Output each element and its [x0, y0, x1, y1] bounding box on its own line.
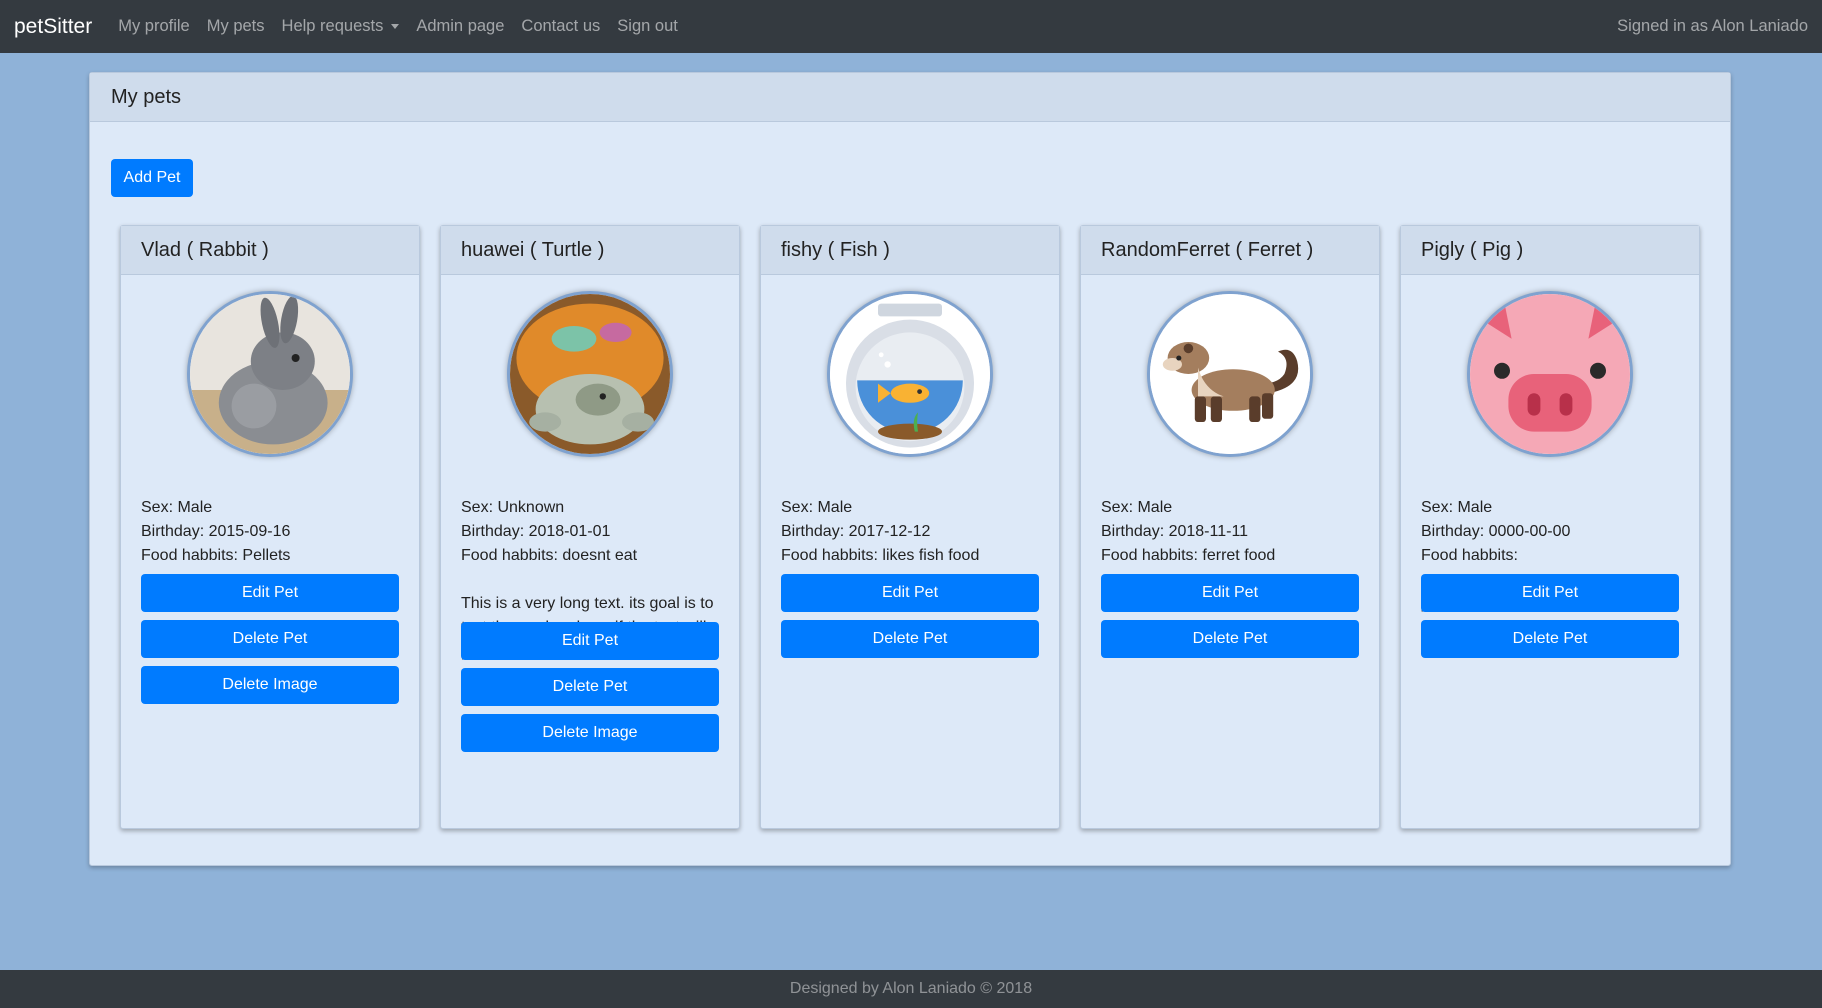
pet-cards: Vlad ( Rabbit ) Sex: Male Birthday: 2015… [120, 225, 1700, 829]
pet-card: Vlad ( Rabbit ) Sex: Male Birthday: 2015… [120, 225, 420, 829]
edit-pet-button[interactable]: Edit Pet [1421, 574, 1679, 612]
pet-food-habits: Food habbits: doesnt eat [461, 547, 638, 564]
delete-pet-button[interactable]: Delete Pet [781, 620, 1039, 658]
nav-sign-out[interactable]: Sign out [617, 17, 678, 36]
pet-birthday: Birthday: 0000-00-00 [1421, 523, 1571, 540]
delete-pet-button[interactable]: Delete Pet [141, 620, 399, 658]
pet-card-title: Pigly ( Pig ) [1401, 226, 1699, 275]
pet-sex: Sex: Male [781, 499, 853, 516]
pet-card: Pigly ( Pig ) Sex: Male Birthday: 0000-0… [1400, 225, 1700, 829]
panel-title: My pets [90, 73, 1730, 122]
navbar: petSitter My profile My pets Help reques… [0, 0, 1822, 53]
delete-image-button[interactable]: Delete Image [141, 666, 399, 704]
pet-card: fishy ( Fish ) Sex: Male Birthday: 2017-… [760, 225, 1060, 829]
pet-card-title: fishy ( Fish ) [761, 226, 1059, 275]
nav-contact-us[interactable]: Contact us [521, 17, 600, 36]
add-pet-button[interactable]: Add Pet [111, 159, 193, 197]
delete-pet-button[interactable]: Delete Pet [1421, 620, 1679, 658]
edit-pet-button[interactable]: Edit Pet [461, 622, 719, 660]
nav-help-requests-label: Help requests [281, 17, 384, 35]
pet-card-title: huawei ( Turtle ) [441, 226, 739, 275]
pet-sex: Sex: Unknown [461, 499, 565, 516]
ferret-icon [1147, 291, 1313, 457]
pet-food-habits: Food habbits: likes fish food [781, 547, 980, 564]
pet-actions: Edit Pet Delete Pet [1421, 574, 1679, 658]
brand-logo[interactable]: petSitter [14, 15, 92, 39]
edit-pet-button[interactable]: Edit Pet [1101, 574, 1359, 612]
pet-actions: Edit Pet Delete Pet Delete Image [141, 574, 399, 704]
pet-food-habits: Food habbits: [1421, 547, 1518, 564]
nav-my-pets[interactable]: My pets [207, 17, 265, 36]
footer: Designed by Alon Laniado © 2018 [0, 970, 1822, 1008]
pig-icon [1467, 291, 1633, 457]
delete-pet-button[interactable]: Delete Pet [1101, 620, 1359, 658]
rabbit-photo [187, 291, 353, 457]
nav-my-profile[interactable]: My profile [118, 17, 190, 36]
pet-actions: Edit Pet Delete Pet [781, 574, 1039, 658]
pet-card-title: Vlad ( Rabbit ) [121, 226, 419, 275]
nav-help-requests[interactable]: Help requests [282, 17, 400, 36]
edit-pet-button[interactable]: Edit Pet [141, 574, 399, 612]
fishbowl-icon [827, 291, 993, 457]
pet-card: huawei ( Turtle ) Sex: Unknown Birthday:… [440, 225, 740, 829]
pet-birthday: Birthday: 2015-09-16 [141, 523, 291, 540]
chevron-down-icon [391, 24, 400, 29]
delete-pet-button[interactable]: Delete Pet [461, 668, 719, 706]
pet-sex: Sex: Male [141, 499, 213, 516]
pet-birthday: Birthday: 2018-11-11 [1101, 523, 1249, 540]
pet-birthday: Birthday: 2017-12-12 [781, 523, 931, 540]
pet-birthday: Birthday: 2018-01-01 [461, 523, 611, 540]
pet-sex: Sex: Male [1421, 499, 1493, 516]
pet-food-habits: Food habbits: ferret food [1101, 547, 1276, 564]
pet-card-title: RandomFerret ( Ferret ) [1081, 226, 1379, 275]
my-pets-panel: My pets Add Pet Vlad ( Rabbit ) Sex: Mal… [89, 72, 1731, 866]
turtle-photo [507, 291, 673, 457]
pet-actions: Edit Pet Delete Pet Delete Image [461, 622, 719, 752]
pet-actions: Edit Pet Delete Pet [1101, 574, 1359, 658]
pet-food-habits: Food habbits: Pellets [141, 547, 291, 564]
pet-card: RandomFerret ( Ferret ) Sex: Male Birthd… [1080, 225, 1380, 829]
signed-in-status: Signed in as Alon Laniado [1617, 17, 1808, 35]
nav-admin-page[interactable]: Admin page [416, 17, 504, 36]
delete-image-button[interactable]: Delete Image [461, 714, 719, 752]
edit-pet-button[interactable]: Edit Pet [781, 574, 1039, 612]
pet-sex: Sex: Male [1101, 499, 1173, 516]
